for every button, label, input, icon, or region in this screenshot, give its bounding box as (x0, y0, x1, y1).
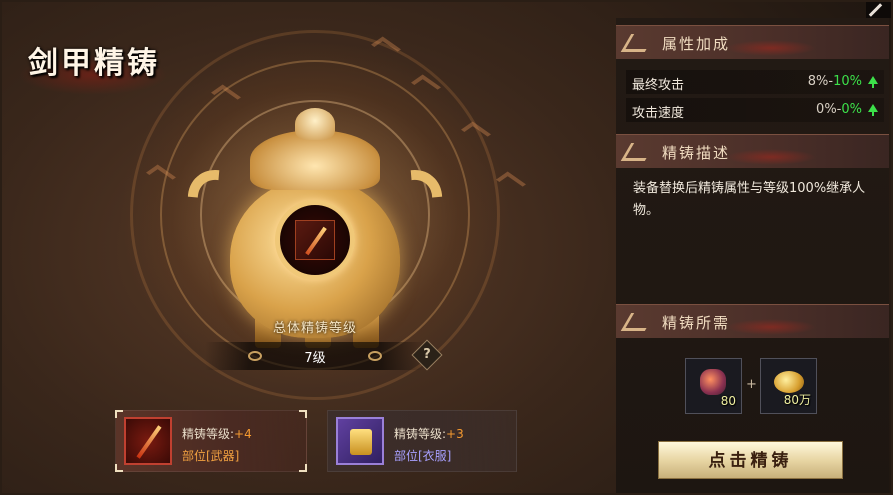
weapon-item-icon (295, 220, 335, 260)
attr-value: 0%-0% (816, 102, 862, 117)
increase-arrow-icon (868, 76, 878, 88)
slot-clothes[interactable]: 精铸等级:+3 部位[衣服] (327, 410, 517, 472)
slot-weapon[interactable]: 精铸等级:+4 部位[武器] (115, 410, 307, 472)
slot-forge-level: 精铸等级:+4 (182, 425, 252, 442)
requirements-header-text: 精铸所需 (662, 314, 731, 332)
req-qty: 80 (720, 394, 736, 408)
slot-part: 部位[衣服] (394, 449, 452, 463)
slot-part: 部位[武器] (182, 449, 240, 463)
forge-button[interactable]: 点击精铸 (658, 441, 843, 479)
ornament-left-icon (248, 351, 262, 361)
forge-cauldron (174, 108, 456, 348)
attributes-header-text: 属性加成 (662, 35, 731, 53)
page-title: 剑甲精铸 (28, 46, 160, 81)
ornament-right-icon (368, 351, 382, 361)
attr-row-final-attack: 最终攻击 8%-10% (626, 70, 884, 94)
feather-icon (620, 313, 656, 331)
total-forge-level-value: 7级 (304, 351, 326, 366)
header-brush (726, 40, 816, 56)
header-brush (726, 149, 816, 165)
gold-coin-icon[interactable]: 80万 (760, 358, 817, 414)
selected-corner (299, 464, 307, 472)
forge-stage: 剑甲精铸 总体精铸等级 7级 ? 精铸等级:+4 部位[武器] 精铸等级:+3 … (0, 0, 893, 495)
attr-current: 0%- (816, 102, 842, 117)
attr-name: 最终攻击 (632, 78, 685, 93)
attr-row-attack-speed: 攻击速度 0%-0% (626, 98, 884, 122)
slot-level-label: 精铸等级: (182, 427, 235, 441)
slot-forge-level: 精铸等级:+3 (394, 425, 464, 442)
attr-new: 0% (841, 102, 862, 117)
selected-corner (115, 410, 123, 418)
req-qty: 80万 (783, 393, 811, 407)
description-header-text: 精铸描述 (662, 144, 731, 162)
attr-value: 8%-10% (808, 74, 862, 89)
attributes-header: 属性加成 (616, 25, 889, 59)
header-brush (726, 319, 816, 335)
decorative-arrow-icon (496, 171, 526, 193)
selected-corner (299, 410, 307, 418)
equipped-item-slot[interactable] (275, 200, 355, 280)
slot-level-label: 精铸等级: (394, 427, 447, 441)
plus-sign: + (746, 377, 757, 392)
help-mark: ? (423, 347, 431, 362)
forge-description: 装备替换后精铸属性与等级100%继承人物。 (633, 181, 866, 218)
total-forge-level-label: 总体精铸等级 (272, 321, 357, 336)
cauldron-knob (295, 108, 335, 140)
ore-icon[interactable]: 80 (685, 358, 742, 414)
increase-arrow-icon (868, 104, 878, 116)
attr-new: 10% (833, 74, 862, 89)
feather-icon (620, 143, 656, 161)
feather-icon (620, 34, 656, 52)
close-icon[interactable] (866, 0, 893, 18)
armor-icon (336, 417, 384, 465)
slot-level-bonus: +4 (234, 427, 252, 441)
selected-corner (115, 464, 123, 472)
description-header: 精铸描述 (616, 134, 889, 168)
attr-name: 攻击速度 (632, 106, 685, 121)
attr-current: 8%- (807, 74, 834, 89)
requirements-header: 精铸所需 (616, 304, 889, 338)
slot-level-bonus: +3 (446, 427, 464, 441)
weapon-icon (124, 417, 172, 465)
